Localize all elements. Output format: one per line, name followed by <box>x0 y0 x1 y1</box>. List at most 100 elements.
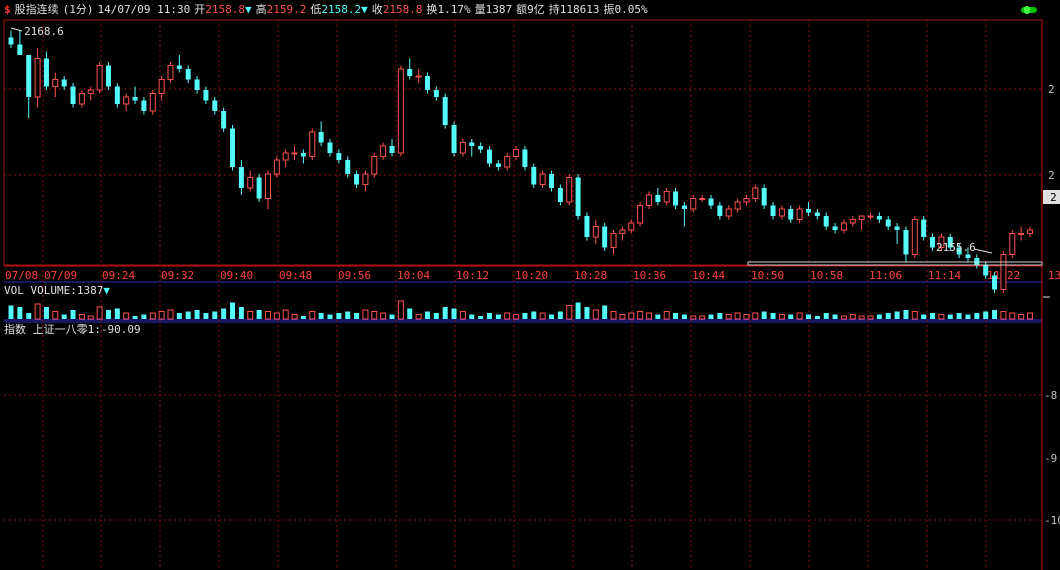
time-tick-label: 11:14 <box>928 269 961 282</box>
candle-body-down <box>903 230 909 255</box>
candle-body-down <box>885 219 891 227</box>
candle-body-down <box>894 226 900 230</box>
link-status-icon[interactable] <box>1020 5 1038 15</box>
volume-bar-down <box>788 314 794 319</box>
candle-body-down <box>522 149 528 167</box>
volume-bar-up <box>504 312 511 320</box>
candle-body-up <box>397 68 404 154</box>
time-tick-label: 07/08 <box>5 269 38 282</box>
volume-bar-down <box>903 310 909 319</box>
volume-value: 1387 <box>485 3 513 16</box>
candle-body-down <box>318 132 324 143</box>
volume-bar-down <box>221 308 227 319</box>
candle-body-down <box>832 226 838 230</box>
volume-bar-up <box>778 314 785 320</box>
min-annotation-label: 2155.6 <box>936 241 976 254</box>
volume-bar-up <box>663 311 670 320</box>
close-value: 2158.8 <box>382 3 423 16</box>
candle-body-down <box>442 97 448 125</box>
volume-panel-label: VOL VOLUME:1387▼ <box>4 284 110 297</box>
candle-body-down <box>43 58 49 87</box>
candle-body-down <box>256 177 262 199</box>
volume-bar-up <box>938 314 945 320</box>
candle-body-down <box>673 191 679 206</box>
candle-body-up <box>699 198 706 200</box>
volume-bar-down <box>823 313 829 319</box>
candle-body-up <box>725 208 732 217</box>
instrument-name[interactable]: 股指连续 <box>15 3 59 16</box>
candle-body-down <box>478 146 484 150</box>
period-label[interactable]: (1分) <box>63 3 94 16</box>
time-axis-end-label: 13 <box>1048 269 1060 282</box>
price-axis-label: 2 <box>1048 169 1055 182</box>
volume-bar-up <box>282 309 289 320</box>
kline-chart[interactable]: 07/08 07/09 09:24 09:32 09:40 09:48 09:56 10:04… <box>0 0 1060 570</box>
volume-bar-up <box>637 311 644 320</box>
volume-bar-down <box>105 310 111 319</box>
hold-value: 118613 <box>559 3 600 16</box>
time-tick-label: 10:36 <box>633 269 666 282</box>
candle-body-down <box>575 177 581 216</box>
volume-bar-down <box>956 313 962 319</box>
candle-body-up <box>459 142 466 154</box>
candle-body-down <box>203 90 209 101</box>
candle-body-down <box>965 254 971 258</box>
volume-bar-down <box>203 313 209 319</box>
volume-bar-down <box>407 308 413 319</box>
hold-label: 持 <box>548 3 560 16</box>
volume-bar-up <box>273 312 280 320</box>
candle-body-down <box>327 142 333 153</box>
volume-bar-down <box>549 314 555 319</box>
candle-body-up <box>1000 254 1007 290</box>
time-tick-label: 10:50 <box>751 269 784 282</box>
turnover-label: 换 <box>426 3 438 16</box>
candle-body-down <box>876 216 882 220</box>
volume-bar-up <box>291 314 298 320</box>
candle-body-down <box>407 69 413 76</box>
volume-bar-down <box>176 313 182 319</box>
candle-body-up <box>911 219 918 255</box>
candle-body-down <box>70 86 76 104</box>
min-annotation-line <box>973 248 993 254</box>
scroll-thumb <box>747 261 1043 266</box>
candle-body-down <box>185 69 191 80</box>
volume-bar-up <box>34 303 41 320</box>
price-axis-label: 2 <box>1048 83 1055 96</box>
time-tick-label: 10:58 <box>810 269 843 282</box>
candle-body-down <box>105 65 111 87</box>
candle-body-down <box>717 205 723 216</box>
volume-bar-down <box>522 313 528 319</box>
volume-bar-up <box>849 314 856 320</box>
candle-body-down <box>424 76 430 90</box>
candle-body-up <box>858 215 865 220</box>
volume-bar-down <box>17 307 23 319</box>
amount-label: 额 <box>516 3 528 16</box>
volume-bar-up <box>397 300 404 320</box>
time-tick-label: 10:04 <box>397 269 430 282</box>
candle-body-down <box>992 275 998 290</box>
candle-body-down <box>238 167 244 188</box>
volume-bar-down <box>114 308 120 319</box>
volume-label: 量 <box>474 3 486 16</box>
volume-bar-down <box>584 307 590 319</box>
volume-bar-up <box>911 311 918 320</box>
volume-bar-down <box>424 311 430 319</box>
candle-body-down <box>788 209 794 220</box>
candle-body-down <box>655 195 661 202</box>
candle-body-up <box>734 201 741 210</box>
candle-body-down <box>114 86 120 104</box>
volume-bar-down <box>451 308 457 319</box>
candle-body-down <box>8 37 14 45</box>
time-tick-label: 10:20 <box>515 269 548 282</box>
candle-body-up <box>539 173 546 185</box>
turnover-value: 1.17% <box>437 3 471 16</box>
volume-bar-down <box>61 314 67 319</box>
volume-bar-down <box>814 316 820 319</box>
candle-body-up <box>273 159 280 175</box>
volume-bar-up <box>699 315 706 320</box>
volume-bar-down <box>974 313 980 319</box>
candle-body-up <box>1018 233 1025 235</box>
candle-body-down <box>141 100 147 111</box>
volume-bar-down <box>194 310 200 319</box>
index-axis-label: -8 <box>1044 389 1057 402</box>
